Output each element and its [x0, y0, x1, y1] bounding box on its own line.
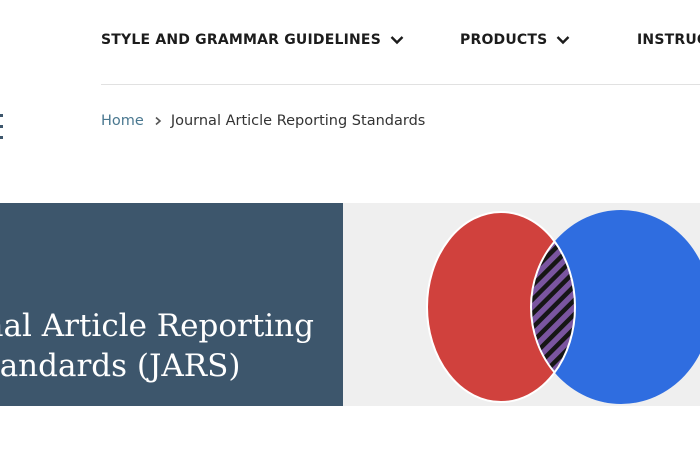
page: STYLE AND GRAMMAR GUIDELINES PRODUCTS IN…	[0, 0, 700, 450]
nav-products-label: PRODUCTS	[460, 32, 548, 48]
menu-icon[interactable]	[0, 114, 3, 140]
nav-divider	[101, 84, 700, 85]
nav-style-grammar-label: STYLE AND GRAMMAR GUIDELINES	[101, 32, 381, 48]
chevron-down-icon	[390, 36, 404, 45]
breadcrumb-home-link[interactable]: Home	[101, 113, 144, 129]
top-navigation: STYLE AND GRAMMAR GUIDELINES PRODUCTS IN…	[101, 22, 700, 58]
breadcrumb: Home Journal Article Reporting Standards	[101, 113, 425, 129]
nav-style-grammar[interactable]: STYLE AND GRAMMAR GUIDELINES	[101, 32, 404, 48]
breadcrumb-current: Journal Article Reporting Standards	[170, 113, 426, 129]
venn-diagram-illustration	[426, 210, 700, 404]
hero-venn-image	[343, 203, 700, 406]
page-title-line2: Standards (JARS)	[0, 348, 241, 384]
chevron-down-icon	[557, 36, 570, 45]
chevron-right-icon	[155, 116, 162, 126]
nav-instructional-aids[interactable]: INSTRUCTIONAL AIDS	[637, 32, 700, 48]
nav-products[interactable]: PRODUCTS	[460, 32, 570, 48]
nav-instructional-aids-label: INSTRUCTIONAL AIDS	[637, 32, 700, 48]
hero-title-panel: Journal Article Reporting Standards (JAR…	[0, 203, 343, 406]
page-title-line1: Journal Article Reporting	[0, 308, 314, 344]
